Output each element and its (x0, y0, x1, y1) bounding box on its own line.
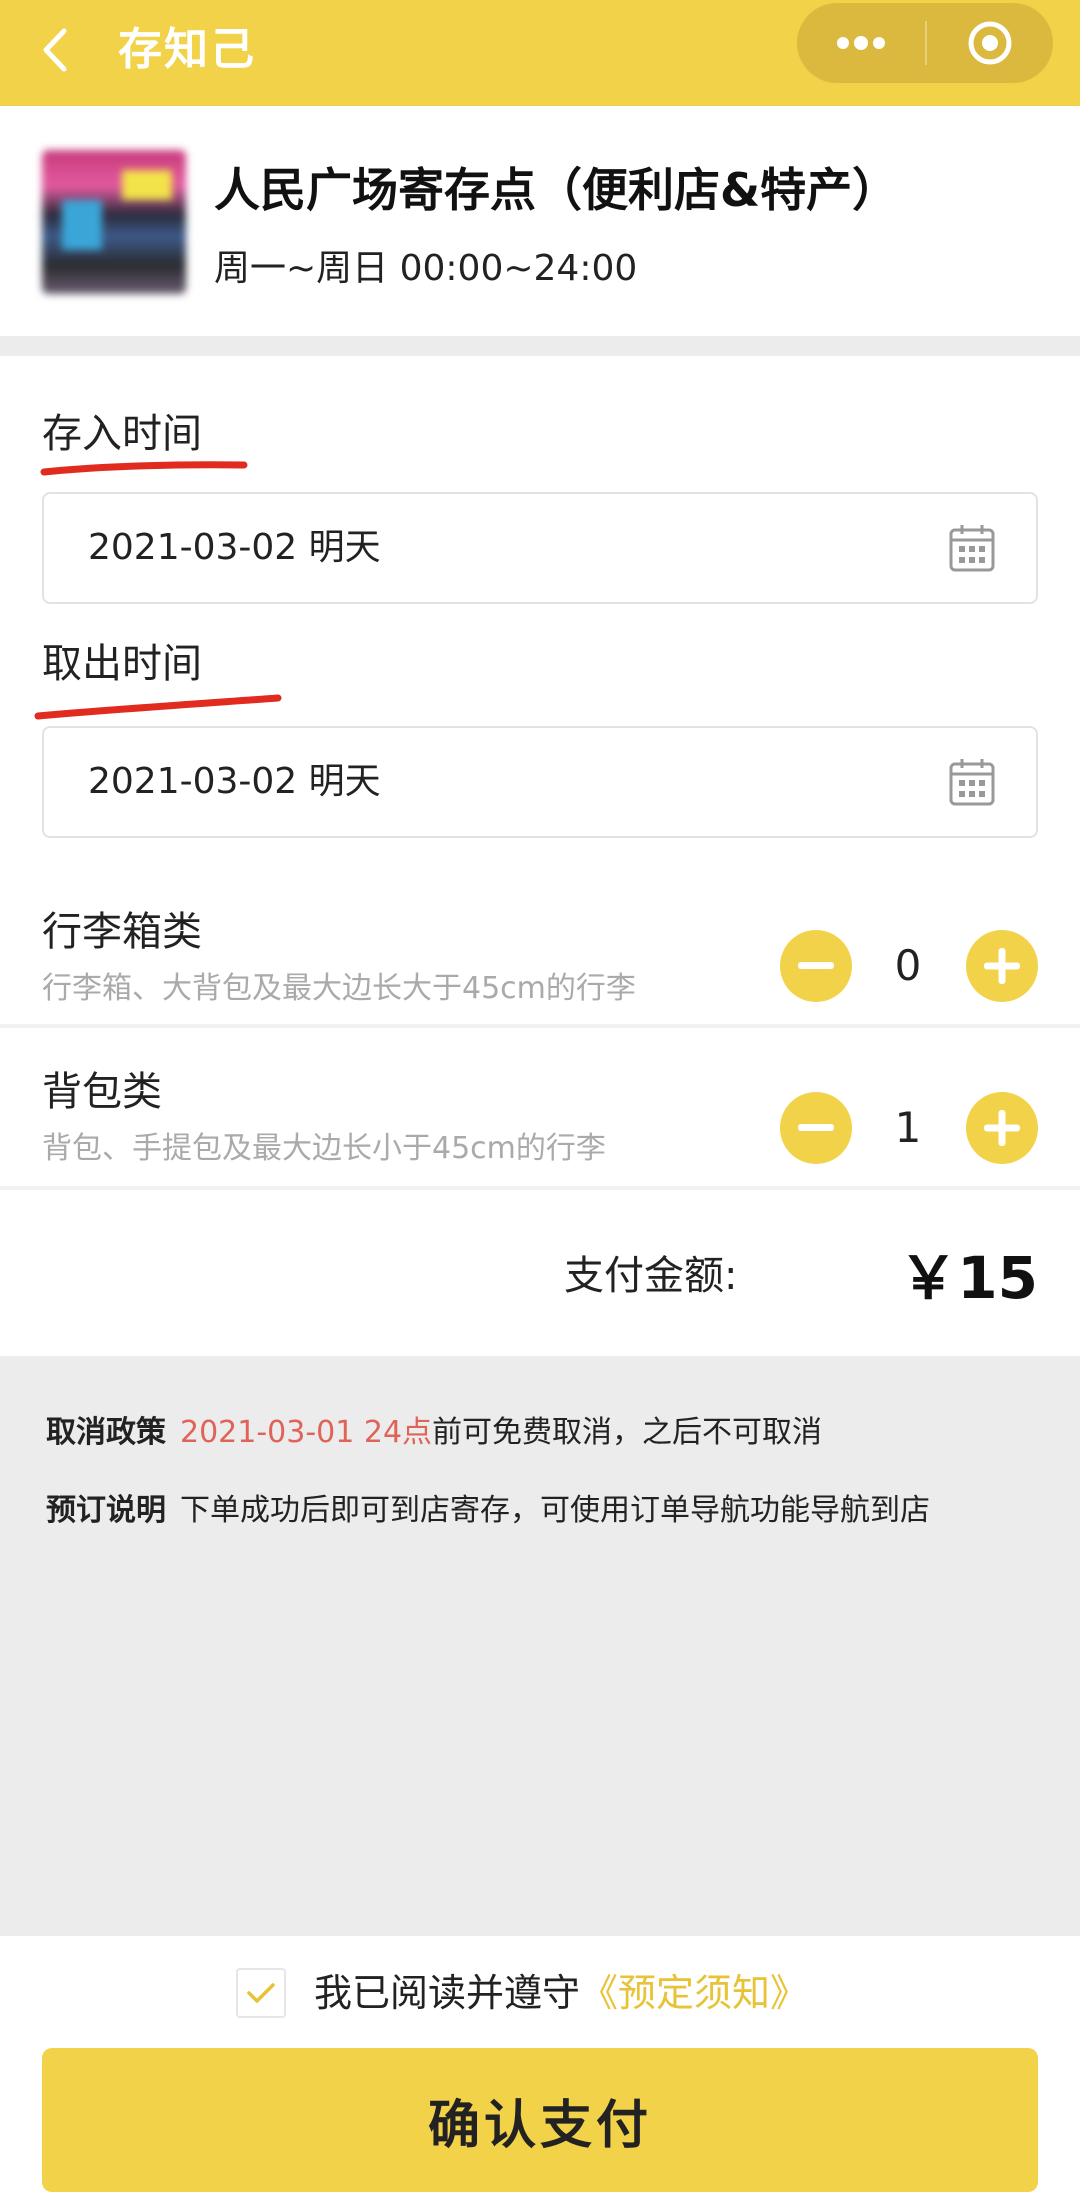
decrease-button[interactable] (780, 930, 852, 1002)
luggage-type-desc: 背包、手提包及最大边长小于45cm的行李 (42, 1131, 606, 1166)
decrease-button[interactable] (780, 1092, 852, 1164)
luggage-type-title: 背包类 (42, 1069, 162, 1115)
agreement-checkbox[interactable] (236, 1968, 286, 2018)
divider (0, 1186, 1080, 1190)
checkout-date-field[interactable]: 2021-03-02 明天 (42, 726, 1038, 838)
checkout-label: 取出时间 (42, 641, 202, 687)
divider (0, 1024, 1080, 1028)
quantity-value: 0 (894, 941, 922, 990)
back-arrow-icon[interactable] (40, 20, 84, 80)
bottom-bar: 我已阅读并遵守 《预定须知》 确认支付 (0, 1936, 1080, 2197)
calendar-icon[interactable] (948, 522, 996, 574)
checkin-date-field[interactable]: 2021-03-02 明天 (42, 492, 1038, 604)
booking-notes-text: 下单成功后即可到店寄存，可使用订单导航功能导航到店 (180, 1493, 930, 1528)
cancel-policy: 取消政策 2021-03-01 24点前可免费取消，之后不可取消 (46, 1410, 822, 1456)
agreement: 我已阅读并遵守 《预定须知》 (236, 1960, 808, 2026)
checkin-label: 存入时间 (42, 411, 202, 457)
store-card: 人民广场寄存点（便利店&特产） 周一~周日 00:00~24:00 (0, 106, 1080, 336)
booking-form: 存入时间 2021-03-02 明天 取出时间 2021-03-02 明天 行李 (0, 356, 1080, 1356)
close-mini-program-icon[interactable] (927, 3, 1053, 83)
cancel-policy-label: 取消政策 (46, 1415, 166, 1450)
policy-section: 取消政策 2021-03-01 24点前可免费取消，之后不可取消 预订说明 下单成功… (0, 1356, 1080, 1936)
confirm-pay-button[interactable]: 确认支付 (42, 2048, 1038, 2192)
plus-icon (984, 948, 1020, 984)
red-underline-annotation (34, 694, 282, 720)
payment-amount: ￥15 (899, 1244, 1038, 1312)
minus-icon (798, 962, 834, 969)
page-title: 存知己 (118, 24, 256, 75)
luggage-type-title: 行李箱类 (42, 909, 202, 955)
list-item: 行李箱类 行李箱、大背包及最大边长大于45cm的行李 0 (0, 886, 1080, 1046)
minus-icon (798, 1124, 834, 1131)
booking-terms-link[interactable]: 《预定须知》 (580, 1965, 808, 2021)
store-thumbnail (42, 150, 186, 294)
mini-program-capsule (797, 3, 1053, 83)
luggage-type-desc: 行李箱、大背包及最大边长大于45cm的行李 (42, 971, 636, 1006)
increase-button[interactable] (966, 1092, 1038, 1164)
list-item: 背包类 背包、手提包及最大边长小于45cm的行李 1 (0, 1046, 1080, 1206)
plus-icon (984, 1110, 1020, 1146)
payment-label: 支付金额: (564, 1253, 738, 1299)
checkout-date-value: 2021-03-02 明天 (88, 761, 381, 802)
cancel-deadline: 2021-03-01 24点 (180, 1415, 433, 1450)
quantity-value: 1 (894, 1103, 922, 1152)
checkin-date-value: 2021-03-02 明天 (88, 527, 381, 568)
agreement-text: 我已阅读并遵守 (314, 1971, 581, 2015)
store-name: 人民广场寄存点（便利店&特产） (214, 163, 899, 217)
more-icon[interactable] (797, 3, 925, 83)
calendar-icon[interactable] (948, 756, 996, 808)
store-hours: 周一~周日 00:00~24:00 (214, 248, 638, 289)
nav-bar: 存知己 (0, 0, 1080, 106)
booking-notes: 预订说明 下单成功后即可到店寄存，可使用订单导航功能导航到店 (46, 1488, 930, 1534)
cancel-policy-text: 前可免费取消，之后不可取消 (432, 1415, 823, 1450)
booking-notes-label: 预订说明 (46, 1493, 166, 1528)
increase-button[interactable] (966, 930, 1038, 1002)
red-underline-annotation (40, 461, 248, 476)
check-icon (247, 1983, 275, 2003)
